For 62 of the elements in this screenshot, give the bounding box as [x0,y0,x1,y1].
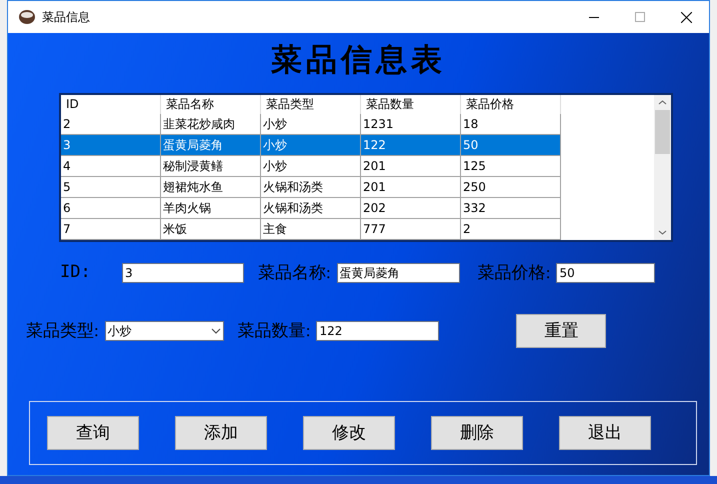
table-cell: 202 [361,198,461,219]
table-cell: 250 [461,177,561,198]
action-button[interactable]: 退出 [559,416,651,450]
table-cell: 50 [461,135,561,156]
column-header[interactable]: 菜品名称 [161,95,261,114]
table-cell: 6 [61,198,161,219]
minimize-icon [589,16,599,18]
action-button[interactable]: 修改 [303,416,395,450]
field-label: 菜品名称: [258,262,331,284]
table-cell: 5 [61,177,161,198]
field-label: 菜品价格: [478,262,550,284]
table-cell: 米饭 [161,219,261,240]
table-row[interactable]: 7 米饭 主食 777 2 [61,219,561,240]
table-cell: 332 [461,198,561,219]
input-field[interactable]: 3 [122,263,244,283]
table-cell: 122 [361,135,461,156]
scrollbar[interactable] [654,95,671,240]
input-field[interactable]: 蛋黄局菱角 [336,263,460,283]
table-cell: 小炒 [261,156,361,177]
input-field[interactable]: 122 [316,321,440,341]
field-label: 菜品数量: [238,320,310,342]
field-label: ID: [60,261,92,284]
scrollbar-thumb[interactable] [655,110,670,154]
table-cell: 201 [361,156,461,177]
table-cell: 火锅和汤类 [261,198,361,219]
window-title: 菜品信息 [42,9,90,26]
chevron-down-icon [210,328,221,334]
table-row[interactable]: 3 蛋黄局菱角 小炒 122 50 [61,135,561,156]
table-cell: 蛋黄局菱角 [161,135,261,156]
field-label: 菜品类型: [26,320,99,342]
table-cell: 小炒 [261,135,361,156]
table-cell: 2 [461,219,561,240]
table-row[interactable]: 6 羊肉火锅 火锅和汤类 202 332 [61,198,561,219]
table-cell: 火锅和汤类 [261,177,361,198]
action-button[interactable]: 查询 [47,416,139,450]
table-cell: 4 [61,156,161,177]
close-icon [680,12,692,22]
action-button[interactable]: 删除 [431,416,523,450]
table-cell: 777 [361,219,461,240]
action-button[interactable]: 添加 [175,416,267,450]
table-cell: 125 [461,156,561,177]
reset-button[interactable]: 重置 [516,314,606,348]
column-header[interactable]: 菜品价格 [461,95,561,114]
table-cell: 201 [361,177,461,198]
input-field[interactable]: 50 [556,263,656,283]
table-cell: 秘制浸黄鳝 [161,156,261,177]
table-row[interactable]: 4 秘制浸黄鳝 小炒 201 125 [61,156,561,177]
table-cell: 主食 [261,219,361,240]
page-heading: 菜品信息表 [271,41,446,79]
column-header[interactable]: 菜品数量 [361,95,461,114]
table-cell: 羊肉火锅 [161,198,261,219]
table-cell: 3 [61,135,161,156]
table-cell: 翅裙炖水鱼 [161,177,261,198]
column-header[interactable]: 菜品类型 [261,95,361,114]
type-dropdown[interactable]: 小炒 [104,321,224,341]
maximize-icon [635,12,645,22]
table-cell: 7 [61,219,161,240]
scroll-up-icon [658,100,667,105]
column-header[interactable]: ID [61,95,161,114]
table-row[interactable]: 5 翅裙炖水鱼 火锅和汤类 201 250 [61,177,561,198]
cup-icon [18,9,36,25]
scroll-down-icon [658,230,667,235]
